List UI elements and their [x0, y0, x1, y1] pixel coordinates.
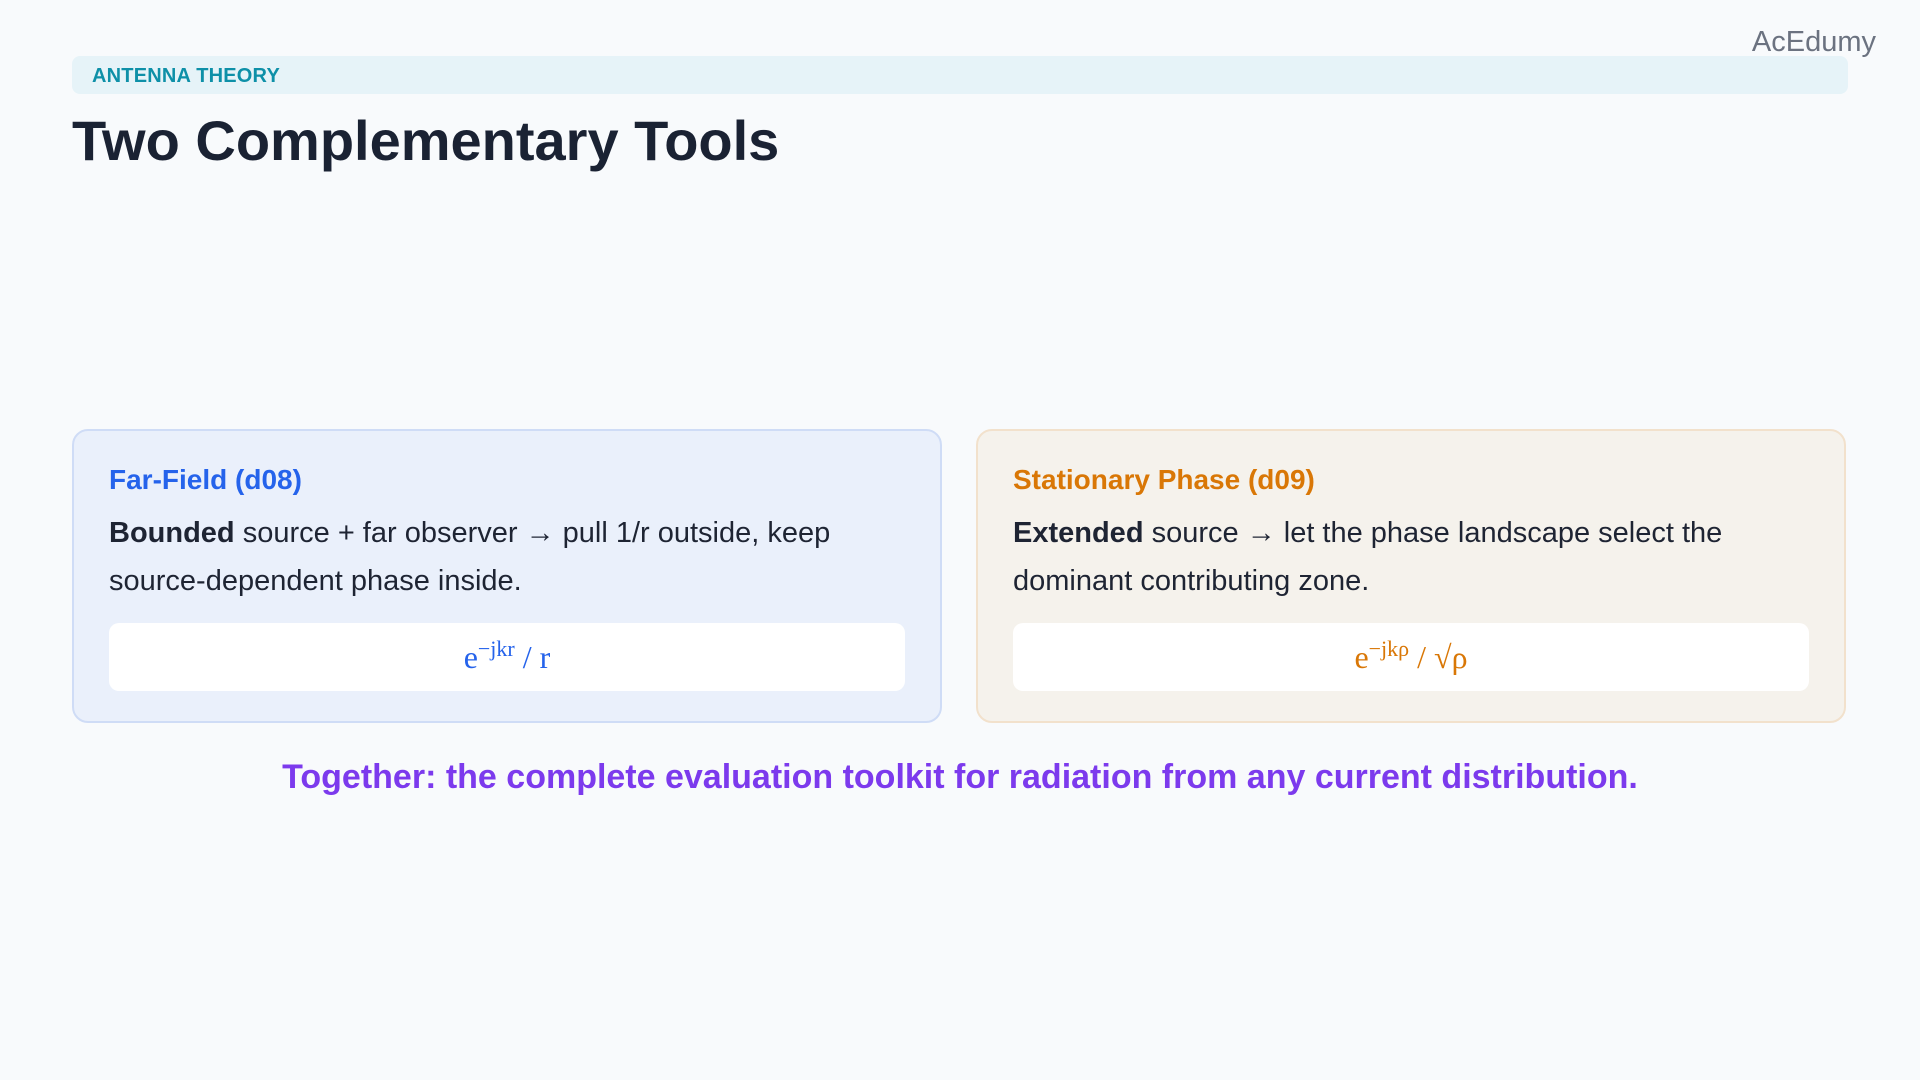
- formula-box: e−jkρ / √ρ: [1013, 623, 1809, 691]
- card-title: Far-Field (d08): [109, 464, 302, 495]
- formula-exponent: −jkρ: [1368, 636, 1410, 661]
- brand-logo-text: AcEdumy: [1751, 26, 1876, 58]
- formula-base: e: [463, 639, 478, 675]
- card-description-lead: Bounded: [109, 517, 235, 549]
- card-description-lead: Extended: [1013, 517, 1144, 549]
- formula-rest: / √ρ: [1409, 639, 1468, 675]
- card-title: Stationary Phase (d09): [1013, 464, 1315, 495]
- formula-exponent: −jkr: [477, 636, 515, 661]
- card-description: Extended source → let the phase landscap…: [1013, 509, 1809, 605]
- formula-rest: / r: [514, 639, 551, 675]
- section-header-bar: ANTENNA THEORY: [72, 56, 1848, 94]
- summary-statement: Together: the complete evaluation toolki…: [282, 758, 1638, 796]
- card-description: Bounded source + far observer → pull 1/r…: [109, 509, 905, 605]
- far-field-card: Far-Field (d08) Bounded source + far obs…: [72, 429, 942, 723]
- formula-base: e: [1354, 639, 1369, 675]
- stationary-phase-card: Stationary Phase (d09) Extended source →…: [976, 429, 1846, 723]
- section-label: ANTENNA THEORY: [92, 65, 280, 87]
- page-title: Two Complementary Tools: [72, 109, 780, 172]
- formula-box: e−jkr / r: [109, 623, 905, 691]
